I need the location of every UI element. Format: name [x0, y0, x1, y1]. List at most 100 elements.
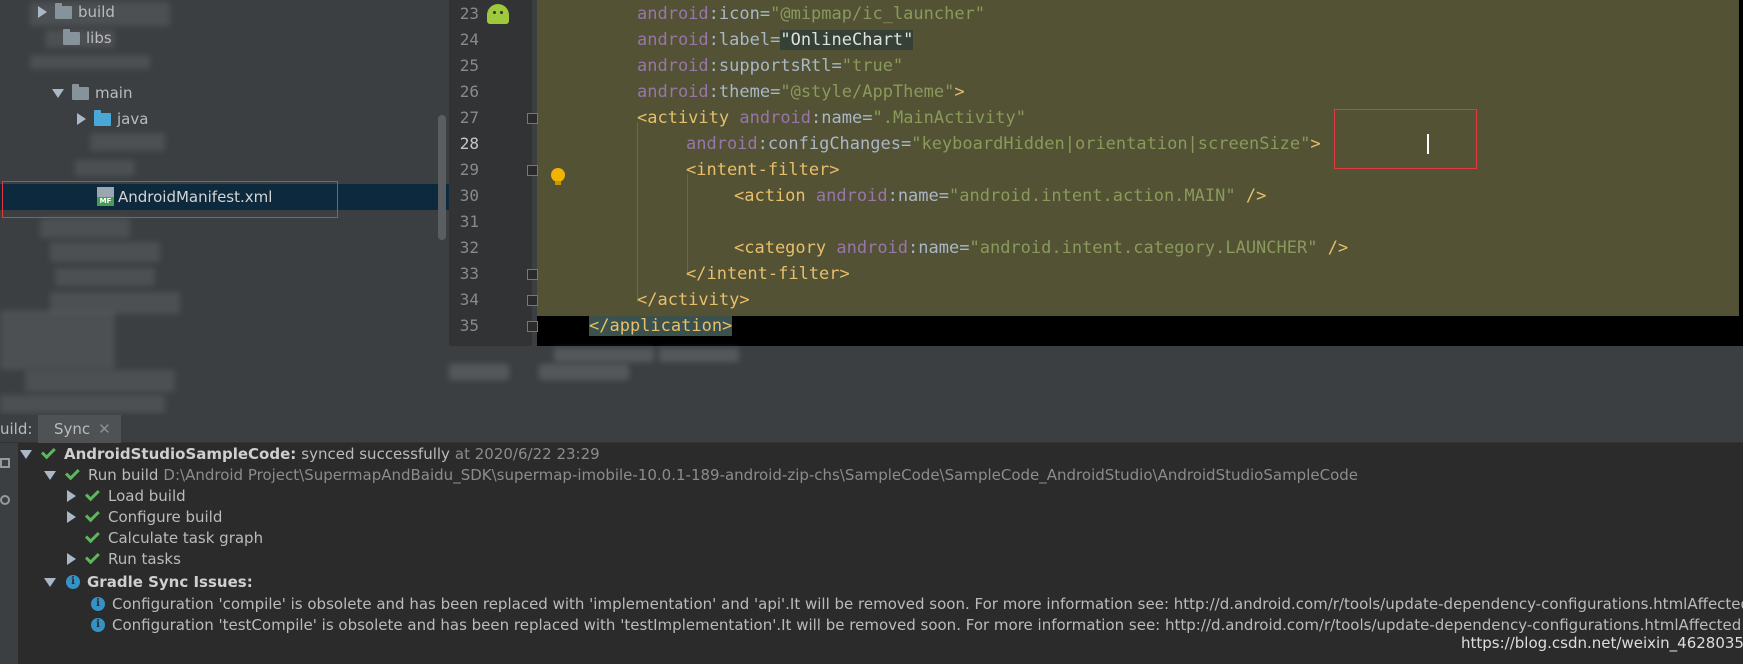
build-step-row[interactable]: Calculate task graph: [84, 528, 264, 548]
indent-guide: [687, 174, 688, 276]
build-tool-header: [0, 415, 1743, 443]
tab-label: Sync: [54, 420, 91, 438]
run-build-row[interactable]: Run build D:\Android Project\SupermapAnd…: [44, 465, 1358, 485]
line-number: 33: [459, 264, 479, 283]
project-name: AndroidStudioSampleCode:: [64, 445, 297, 463]
tree-item-libs[interactable]: libs: [55, 26, 112, 50]
sync-issue-row[interactable]: i Configuration 'testCompile' is obsolet…: [91, 615, 1743, 635]
code-line-29: <intent-filter>: [686, 160, 840, 180]
line-number: 26: [459, 82, 479, 101]
collapse-arrow-icon[interactable]: [44, 470, 56, 480]
collapse-arrow-icon[interactable]: [20, 449, 32, 459]
fold-marker-icon[interactable]: [527, 113, 538, 124]
run-build-path: D:\Android Project\SupermapAndBaidu_SDK\…: [163, 466, 1358, 484]
blurred-tree-row: [90, 133, 165, 151]
success-check-icon: [84, 507, 100, 523]
info-icon: i: [66, 575, 80, 589]
blurred-tree-row: [75, 160, 135, 176]
editor-edge: [1739, 0, 1743, 318]
line-number: 25: [459, 56, 479, 75]
build-step-row[interactable]: Run tasks: [67, 549, 181, 569]
tree-item-label: libs: [86, 29, 112, 47]
expand-arrow-icon[interactable]: [67, 490, 76, 502]
build-step-label: Run tasks: [108, 550, 181, 568]
expand-arrow-icon[interactable]: [67, 511, 76, 523]
blurred-breadcrumb: [554, 348, 654, 362]
success-check-icon: [84, 528, 100, 544]
fold-marker-icon[interactable]: [527, 295, 538, 306]
blurred-breadcrumb: [539, 364, 629, 380]
fold-marker-icon[interactable]: [527, 165, 538, 176]
collapse-arrow-icon[interactable]: [44, 577, 56, 587]
line-number: 30: [459, 186, 479, 205]
line-number-current: 28: [459, 134, 479, 153]
tree-item-label: build: [78, 3, 115, 21]
info-icon: i: [91, 597, 105, 611]
annotation-highlight-box: [2, 181, 338, 218]
code-line-25: android:supportsRtl="true": [637, 56, 904, 76]
source-folder-icon: [94, 109, 111, 126]
blurred-tree-row: [0, 310, 115, 370]
success-check-icon: [84, 549, 100, 565]
fold-marker-icon[interactable]: [527, 269, 538, 280]
build-step-row[interactable]: Load build: [67, 486, 186, 506]
lightbulb-icon[interactable]: [551, 168, 565, 185]
line-number: 29: [459, 160, 479, 179]
expand-arrow-icon[interactable]: [77, 113, 86, 125]
folder-icon: [63, 28, 80, 45]
watermark-text: https://blog.csdn.net/weixin_46280352: [1461, 634, 1743, 652]
folder-icon: [72, 83, 89, 100]
sync-issues-header: Gradle Sync Issues:: [87, 573, 253, 591]
fold-marker-icon[interactable]: [527, 321, 538, 332]
success-check-icon: [40, 444, 56, 460]
expand-arrow-icon[interactable]: [67, 553, 76, 565]
collapse-arrow-icon[interactable]: [52, 88, 64, 98]
sync-issue-message: Configuration 'compile' is obsolete and …: [112, 595, 1743, 613]
blurred-tree-row: [50, 242, 160, 262]
success-check-icon: [64, 465, 80, 481]
build-root-row[interactable]: AndroidStudioSampleCode: synced successf…: [20, 444, 600, 464]
code-line-34: </activity>: [637, 290, 750, 310]
sync-issue-row[interactable]: i Configuration 'compile' is obsolete an…: [91, 594, 1743, 614]
tree-item-java[interactable]: java: [77, 107, 148, 131]
blurred-breadcrumb: [659, 348, 739, 362]
blurred-tree-row: [0, 395, 165, 413]
line-number: 34: [459, 290, 479, 309]
tree-item-main[interactable]: main: [52, 81, 132, 105]
android-icon[interactable]: [487, 4, 509, 24]
blurred-tree-row: [40, 218, 130, 238]
info-icon: i: [91, 618, 105, 632]
sync-time: at 2020/6/22 23:29: [454, 445, 600, 463]
build-step-row[interactable]: Configure build: [67, 507, 222, 527]
run-build-label: Run build: [88, 466, 159, 484]
code-line-24: android:label="OnlineChart": [637, 30, 914, 50]
code-line-27: <activity android:name=".MainActivity": [637, 108, 1027, 128]
restart-icon[interactable]: [0, 458, 10, 468]
tab-sync[interactable]: Sync ✕: [38, 415, 121, 443]
code-line-26: android:theme="@style/AppTheme">: [637, 82, 965, 102]
project-tree-panel: build libs main java MF AndroidManifest.…: [0, 0, 449, 415]
close-icon[interactable]: ✕: [98, 420, 111, 443]
blurred-tree-row: [55, 268, 155, 286]
success-check-icon: [84, 486, 100, 502]
code-line-35: </application>: [589, 316, 733, 336]
tree-item-label: java: [117, 110, 149, 128]
folder-icon: [55, 2, 72, 19]
build-step-label: Load build: [108, 487, 186, 505]
tree-item-build[interactable]: build: [38, 0, 115, 24]
sync-issues-row[interactable]: i Gradle Sync Issues:: [44, 572, 253, 592]
build-side-toolbar: [0, 443, 18, 664]
editor-breadcrumb-bar: [449, 346, 1743, 381]
sync-status: synced successfully: [301, 445, 450, 463]
build-step-label: Calculate task graph: [108, 529, 264, 547]
pin-icon[interactable]: [0, 495, 10, 505]
build-tool-label: uild:: [0, 420, 33, 438]
expand-arrow-icon[interactable]: [38, 6, 47, 18]
tree-scrollbar[interactable]: [438, 115, 446, 240]
sync-issue-message: Configuration 'testCompile' is obsolete …: [112, 616, 1743, 634]
line-number: 23: [459, 4, 479, 23]
line-number: 31: [459, 212, 479, 231]
code-line-28: android:configChanges="keyboardHidden|or…: [686, 134, 1321, 154]
line-number: 24: [459, 30, 479, 49]
code-line-33: </intent-filter>: [686, 264, 850, 284]
